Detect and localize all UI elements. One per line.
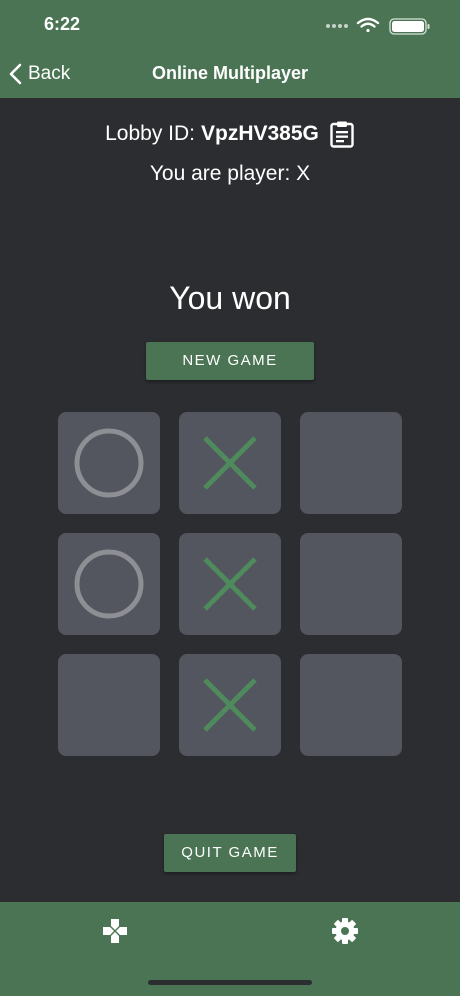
o-mark-icon <box>74 428 144 498</box>
board-cell-8[interactable] <box>179 654 281 756</box>
clipboard-icon[interactable] <box>329 120 355 148</box>
quit-game-button[interactable]: QUIT GAME <box>164 834 296 872</box>
board-cell-1[interactable] <box>58 412 160 514</box>
board-cell-7[interactable] <box>58 654 160 756</box>
x-mark-icon <box>203 557 257 611</box>
x-mark-icon <box>203 678 257 732</box>
board-cell-6[interactable] <box>300 533 402 635</box>
game-result: You won <box>169 280 291 316</box>
page-title: Online Multiplayer <box>151 63 309 83</box>
wifi-icon <box>356 17 380 33</box>
gear-icon[interactable] <box>330 916 360 946</box>
board-cell-3[interactable] <box>300 412 402 514</box>
x-mark-icon <box>203 436 257 490</box>
status-icons <box>326 17 430 35</box>
board-cell-4[interactable] <box>58 533 160 635</box>
board-cell-5[interactable] <box>179 533 281 635</box>
lobby-label: Lobby ID: <box>105 122 195 145</box>
nav-bar: Back Online Multiplayer <box>0 50 460 98</box>
battery-icon <box>389 18 430 35</box>
board-cell-9[interactable] <box>300 654 402 756</box>
lobby-id: VpzHV385G <box>201 122 319 145</box>
board-cell-2[interactable] <box>179 412 281 514</box>
gamepad-icon[interactable] <box>100 916 130 946</box>
signal-icon <box>326 24 348 28</box>
status-bar: 6:22 <box>0 0 460 50</box>
home-indicator <box>148 980 312 985</box>
lobby-info: Lobby ID: VpzHV385G <box>0 118 460 150</box>
player-label: You are player: X <box>149 162 311 185</box>
game-board <box>58 412 402 756</box>
app-header: 6:22 Back Online Multiplayer <box>0 0 460 98</box>
new-game-button[interactable]: NEW GAME <box>146 342 314 380</box>
o-mark-icon <box>74 549 144 619</box>
status-time: 6:22 <box>44 14 81 34</box>
